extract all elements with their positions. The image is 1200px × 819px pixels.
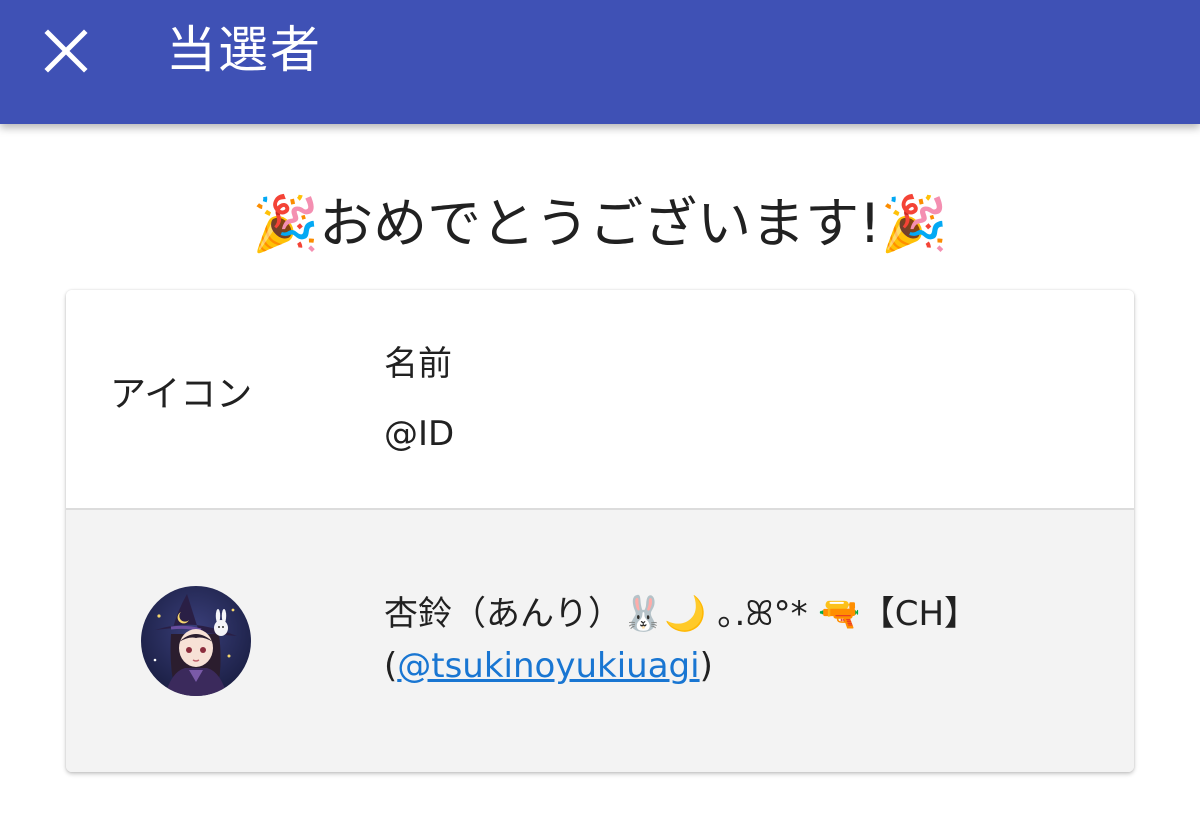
avatar[interactable] — [141, 586, 251, 696]
avatar-image — [141, 586, 251, 696]
winner-name: 杏鈴（あんり）🐰🌙 ｡.ꕤ°* 🔫【CH】 — [384, 594, 979, 634]
table-row: 杏鈴（あんり）🐰🌙 ｡.ꕤ°* 🔫【CH】 (@tsukinoyukiuagi) — [66, 510, 1134, 772]
close-button[interactable] — [40, 25, 92, 77]
winner-id-link[interactable]: @tsukinoyukiuagi — [397, 646, 699, 686]
column-header-name: 名前 — [384, 344, 452, 384]
congratulations-heading: 🎉おめでとうございます!🎉 — [251, 192, 949, 255]
page-title: 当選者 — [166, 21, 322, 79]
column-header-id: @ID — [384, 414, 455, 454]
winners-table: アイコン 名前 @ID 杏鈴（あんり）🐰🌙 ｡.ꕤ°* 🔫【CH】 (@tsuk… — [66, 290, 1134, 772]
column-header-icon: アイコン — [110, 374, 253, 415]
id-close-paren: ) — [699, 646, 713, 686]
app-bar: 当選者 — [0, 0, 1200, 124]
close-icon — [44, 29, 88, 73]
winner-id-line: (@tsukinoyukiuagi) — [384, 642, 713, 690]
id-open-paren: ( — [384, 646, 398, 686]
table-header-row: アイコン 名前 @ID — [66, 290, 1134, 510]
